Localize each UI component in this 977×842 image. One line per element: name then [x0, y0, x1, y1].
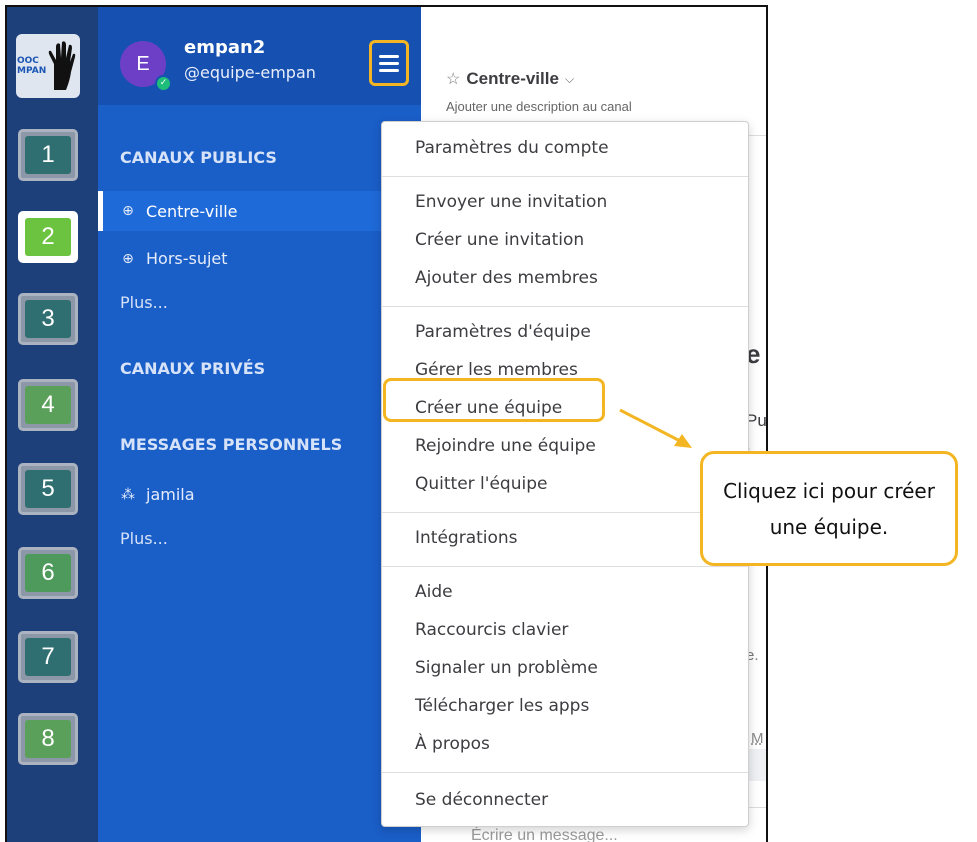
team-tile-1[interactable]: 1	[18, 129, 78, 181]
team-tile-label: 6	[25, 554, 71, 592]
team-logo-text: OOC MPAN	[17, 56, 47, 76]
team-tile-label: 4	[25, 386, 71, 424]
user-handle: @equipe-empan	[184, 63, 316, 82]
instruction-callout: Cliquez ici pour créer une équipe.	[700, 451, 958, 566]
menu-item-shortcuts[interactable]: Raccourcis clavier	[415, 620, 568, 640]
team-name: empan2	[184, 37, 266, 58]
menu-item-add-members[interactable]: Ajouter des membres	[415, 268, 598, 288]
menu-item-manage-members[interactable]: Gérer les membres	[415, 360, 578, 380]
menu-item-leave-team[interactable]: Quitter l'équipe	[415, 474, 547, 494]
user-away-icon: ⁂	[121, 486, 135, 503]
hidden-text-fragment: Pub	[746, 411, 767, 430]
section-direct-messages: MESSAGES PERSONNELS	[120, 435, 343, 454]
team-tile-label: 7	[25, 638, 71, 676]
main-menu-button[interactable]	[369, 40, 409, 86]
main-menu-dropdown: Paramètres du compte Envoyer une invitat…	[381, 121, 749, 827]
menu-item-account-settings[interactable]: Paramètres du compte	[415, 138, 609, 158]
chevron-down-icon: ⌵	[564, 71, 575, 86]
channel-item-hors-sujet[interactable]: ⊕ Hors-sujet	[120, 249, 228, 268]
message-input[interactable]: Écrire un message...	[471, 827, 618, 842]
channel-title-text: Centre-ville	[466, 69, 559, 88]
hidden-time-fragment: M	[751, 730, 764, 747]
globe-icon: ⊕	[122, 203, 134, 219]
sidebar-header: E ✓ empan2 @equipe-empan	[98, 7, 421, 105]
online-status-icon: ✓	[155, 75, 172, 92]
menu-item-help[interactable]: Aide	[415, 582, 453, 602]
channel-header-title[interactable]: ☆ Centre-ville ⌵	[446, 69, 574, 89]
hamburger-icon	[379, 54, 399, 58]
create-team-highlight	[383, 378, 605, 422]
menu-item-logout[interactable]: Se déconnecter	[415, 790, 548, 810]
team-tile-label: 1	[25, 136, 71, 174]
team-tile-3[interactable]: 3	[18, 293, 78, 345]
team-tile-8[interactable]: 8	[18, 713, 78, 765]
menu-separator	[382, 772, 748, 773]
screenshot-stage: OOC MPAN 1 2 3 4 5 6 7 8 E ✓ empan2 @equipe-empa…	[0, 0, 977, 842]
globe-icon: ⊕	[122, 250, 134, 267]
dm-label: jamila	[146, 485, 195, 504]
pointer-arrow-icon	[619, 408, 692, 448]
menu-item-create-invite[interactable]: Créer une invitation	[415, 230, 584, 250]
menu-item-integrations[interactable]: Intégrations	[415, 528, 518, 548]
menu-item-about[interactable]: À propos	[415, 734, 490, 754]
menu-separator	[382, 306, 748, 307]
dm-item-jamila[interactable]: ⁂ jamila	[120, 485, 195, 504]
menu-separator	[382, 566, 748, 567]
star-icon[interactable]: ☆	[446, 69, 460, 89]
section-private-channels: CANAUX PRIVÉS	[120, 359, 266, 378]
team-sidebar: OOC MPAN 1 2 3 4 5 6 7 8	[7, 7, 98, 842]
team-logo[interactable]: OOC MPAN	[16, 34, 80, 98]
channel-sidebar: E ✓ empan2 @equipe-empan CANAUX PUBLICS …	[98, 7, 421, 842]
more-direct-messages-link[interactable]: Plus...	[120, 529, 168, 548]
team-tile-5[interactable]: 5	[18, 463, 78, 515]
team-tile-6[interactable]: 6	[18, 547, 78, 599]
channel-item-centre-ville[interactable]: ⊕ Centre-ville	[98, 191, 383, 231]
team-tile-label: 3	[25, 300, 71, 338]
section-public-channels: CANAUX PUBLICS	[120, 148, 277, 167]
channel-description[interactable]: Ajouter une description au canal	[446, 99, 632, 114]
callout-text: Cliquez ici pour créer une équipe.	[723, 478, 935, 539]
menu-item-report-problem[interactable]: Signaler un problème	[415, 658, 598, 678]
team-tile-label: 5	[25, 470, 71, 508]
team-tile-label: 8	[25, 720, 71, 758]
menu-item-send-invite[interactable]: Envoyer une invitation	[415, 192, 607, 212]
menu-item-team-settings[interactable]: Paramètres d'équipe	[415, 322, 591, 342]
team-tile-2[interactable]: 2	[18, 211, 78, 263]
team-tile-4[interactable]: 4	[18, 379, 78, 431]
menu-separator	[382, 512, 748, 513]
hand-logo-icon	[48, 41, 76, 90]
menu-separator	[382, 176, 748, 177]
menu-item-join-team[interactable]: Rejoindre une équipe	[415, 436, 596, 456]
team-tile-label: 2	[25, 218, 71, 256]
more-public-channels-link[interactable]: Plus...	[120, 293, 168, 312]
channel-label: Centre-ville	[146, 201, 238, 221]
team-tile-7[interactable]: 7	[18, 631, 78, 683]
channel-label: Hors-sujet	[146, 249, 228, 268]
menu-item-download-apps[interactable]: Télécharger les apps	[415, 696, 589, 716]
